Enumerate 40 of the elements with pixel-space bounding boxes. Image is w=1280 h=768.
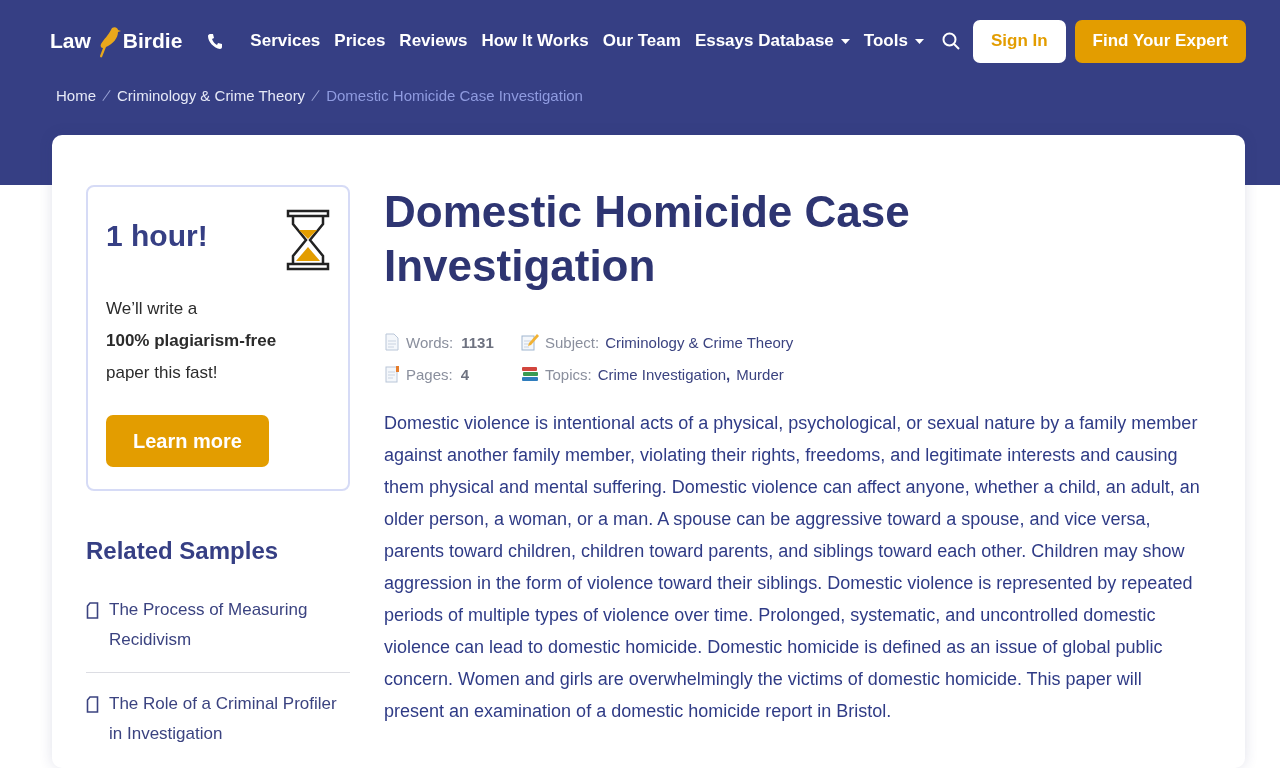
logo-text: Birdie xyxy=(122,29,183,53)
books-icon xyxy=(521,366,539,382)
caret-icon xyxy=(840,38,850,44)
meta-link[interactable]: Murder xyxy=(736,365,784,383)
document-icon xyxy=(384,333,400,351)
meta-label: Topics: xyxy=(545,365,592,383)
meta-label: Pages: xyxy=(406,365,453,383)
meta-label: Words: xyxy=(406,333,454,351)
document-icon xyxy=(86,602,99,619)
nav-link[interactable]: Services xyxy=(250,31,321,51)
memo-pencil-icon xyxy=(521,333,539,351)
nav-link[interactable]: Tools xyxy=(863,31,924,51)
nav-link[interactable]: Prices xyxy=(334,31,386,51)
phone-icon[interactable] xyxy=(208,33,223,49)
pages-icon xyxy=(384,365,400,383)
nav-link[interactable]: Essays Database xyxy=(694,31,850,51)
nav-link[interactable]: Our Team xyxy=(602,31,681,51)
nav-link[interactable]: Reviews xyxy=(399,31,468,51)
promo-text: We’ll write a 100% plagiarism-free paper this fast! xyxy=(106,298,278,384)
meta-value: 1131 xyxy=(461,333,494,351)
meta-value: 4 xyxy=(460,365,470,383)
related-link[interactable]: The Role of a Criminal Profiler in Investigation xyxy=(109,689,350,749)
meta-link[interactable]: Criminology & Crime Theory xyxy=(605,333,794,351)
caret-icon xyxy=(914,38,924,44)
breadcrumb-link[interactable]: Home xyxy=(56,86,96,104)
nav-link[interactable]: How It Works xyxy=(481,31,589,51)
breadcrumb-link[interactable]: Criminology & Crime Theory xyxy=(117,86,306,104)
meta-link[interactable]: Crime Investigation xyxy=(597,365,727,383)
related-link[interactable]: The Process of Measuring Recidivism xyxy=(109,595,350,655)
article-paragraph: Domestic violence is intentional acts of a physical, psychological, or sexual nature by a family member against another family member, violating their rights, freedoms, and legitimate interests and causing them physical and mental suffering. Domestic violence can affect anyone, whether a child, an adult, an older person, a woman, or a man. A spouse can be aggressive toward a spouse, and vice versa, parents toward children, children toward parents, and siblings toward each other. Children may show aggression in the form of violence toward their siblings. Domestic violence is represented by repeated periods of multiple types of violence over time. Prolonged, systematic, and uncontrolled domestic violence can lead to domestic homicide. Domestic homicide is defined as an issue of global public concern. Women and girls are overwhelmingly the victims of domestic homicide. This paper will present an examination of a domestic homicide report in Bristol. xyxy=(384,412,1201,723)
promo-title: 1 hour! xyxy=(106,219,208,253)
hourglass-icon xyxy=(286,209,330,271)
meta-label: Subject: xyxy=(545,333,600,351)
document-icon xyxy=(86,696,99,713)
search-icon[interactable] xyxy=(941,32,960,50)
breadcrumb-link[interactable]: Domestic Homicide Case Investigation xyxy=(326,86,583,104)
article-title: Domestic Homicide Case Investigation xyxy=(384,186,911,292)
section-heading: Related Samples xyxy=(86,537,280,565)
separator-text: , xyxy=(726,365,731,383)
logo-text: Law xyxy=(50,29,91,53)
